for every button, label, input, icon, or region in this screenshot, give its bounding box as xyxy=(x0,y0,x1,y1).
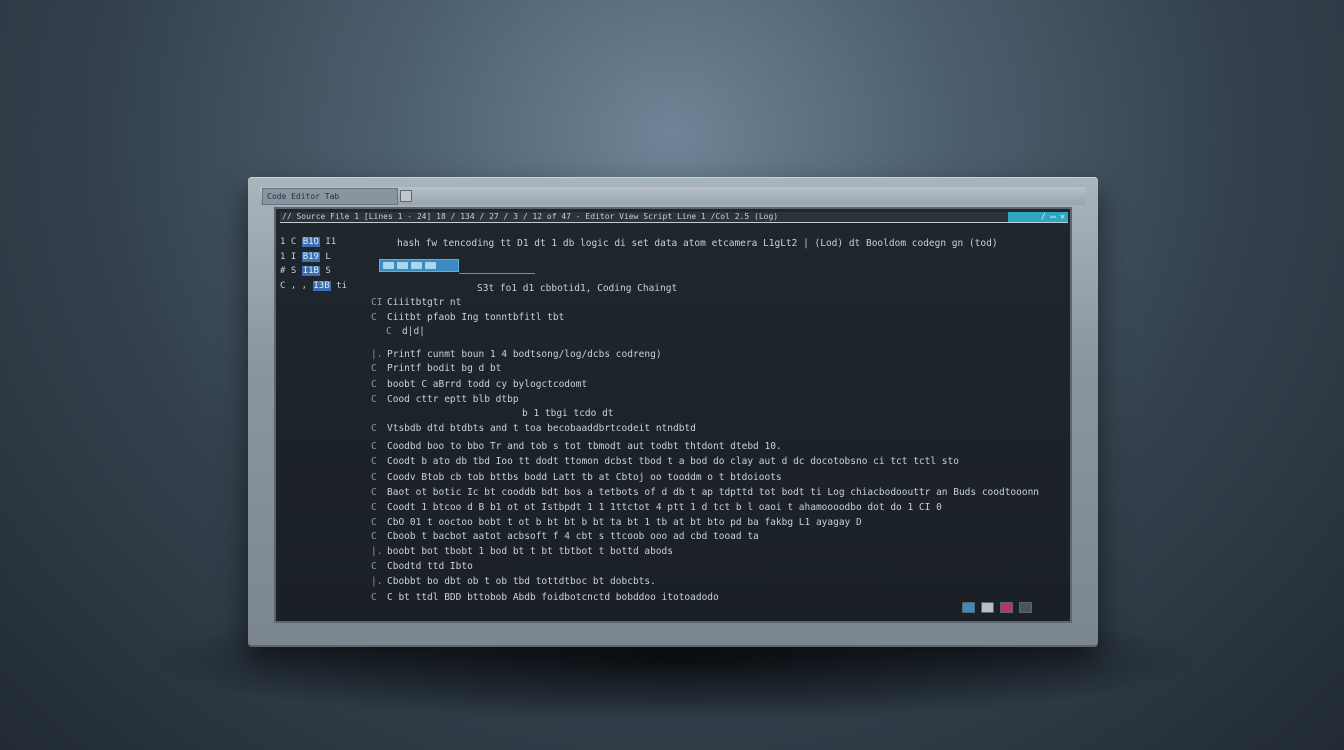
code-line[interactable]: C Ciitbt pfaob Ing tonntbfitl tbt xyxy=(371,312,564,324)
code-line[interactable]: |. boobt bot tbobt 1 bod bt t bt tbtbot t… xyxy=(371,546,673,558)
window-icon[interactable] xyxy=(981,602,994,613)
code-line[interactable]: C Cood cttr eptt blb dtbp xyxy=(371,394,519,406)
code-line[interactable]: C Coodt b ato db tbd Ioo tt dodt ttomon d… xyxy=(371,456,959,468)
code-area[interactable]: hash fw tencoding tt D1 dt 1 db logic di… xyxy=(356,209,1056,619)
code-line-text: C bt ttdl BDD bttobob Abdb foidbotcnctd … xyxy=(387,592,719,603)
code-line[interactable]: C C bt ttdl BDD bttobob Abdb foidbotcnctd… xyxy=(371,592,719,604)
code-line[interactable]: C Printf bodit bg d bt xyxy=(371,363,501,375)
code-line[interactable]: C Coodbd boo to bbo Tr and tob s tot tbmo… xyxy=(371,441,782,453)
code-line-text: Cbodtd ttd Ibto xyxy=(387,561,473,572)
status-icons xyxy=(962,602,1032,613)
code-line-text: boobt C aBrrd todd cy bylogctcodomt xyxy=(387,379,588,390)
settings-icon[interactable] xyxy=(1019,602,1032,613)
code-line-text: b 1 tbgi tcdo dt xyxy=(522,408,614,419)
code-line-marker: C xyxy=(371,502,377,513)
code-line-text: boobt bot tbobt 1 bod bt t bt tbtbot t b… xyxy=(387,546,673,557)
code-line-marker: |. xyxy=(371,546,383,557)
code-line-text: Printf cunmt boun 1 4 bodtsong/log/dcbs … xyxy=(387,349,662,360)
code-line-text: CbO 01 t ooctoo bobt t ot b bt bt b bt t… xyxy=(387,517,862,528)
code-line-marker: CI xyxy=(371,297,383,308)
code-line[interactable]: C Cbodtd ttd Ibto xyxy=(371,561,473,573)
code-line-text: hash fw tencoding tt D1 dt 1 db logic di… xyxy=(397,238,998,249)
code-line[interactable]: C Baot ot botic Ic bt cooddb bdt bos a te… xyxy=(371,487,1039,499)
code-line-text: Coodbd boo to bbo Tr and tob s tot tbmod… xyxy=(387,441,782,452)
code-line-marker: C xyxy=(371,592,377,603)
code-line-marker: C xyxy=(371,394,377,405)
code-line-text: Vtsbdb dtd btdbts and t toa becobaaddbrt… xyxy=(387,423,696,434)
code-line-text: Coodt 1 btcoo d B b1 ot ot Istbpdt 1 1 1… xyxy=(387,502,942,513)
code-line-text: Cood cttr eptt blb dtbp xyxy=(387,394,519,405)
code-line[interactable]: |. Printf cunmt boun 1 4 bodtsong/log/dcb… xyxy=(371,349,662,361)
code-line[interactable]: C Coodt 1 btcoo d B b1 ot ot Istbpdt 1 1 … xyxy=(371,502,942,514)
code-line-text: Printf bodit bg d bt xyxy=(387,363,502,374)
code-line[interactable]: hash fw tencoding tt D1 dt 1 db logic di… xyxy=(381,238,998,250)
code-line-marker: C xyxy=(386,326,392,337)
code-line[interactable]: C Coodv Btob cb tob bttbs bodd Latt tb at… xyxy=(371,472,782,484)
new-tab-icon[interactable] xyxy=(400,190,412,202)
code-line-marker: C xyxy=(371,531,377,542)
code-line-marker: C xyxy=(371,456,377,467)
code-line[interactable]: C Vtsbdb dtd btdbts and t toa becobaaddbr… xyxy=(371,423,696,435)
code-line-marker: |. xyxy=(371,349,383,360)
code-line-marker: C xyxy=(371,517,377,528)
title-tab[interactable]: Code Editor Tab xyxy=(262,188,398,205)
code-line-marker: C xyxy=(371,487,377,498)
code-line-text: d|d| xyxy=(402,326,425,337)
code-line[interactable]: C Cboob t bacbot aatot acbsoft f 4 cbt s … xyxy=(371,531,759,543)
code-line[interactable]: Cboobt C aBrrd todd cy bylogctcodomt xyxy=(371,379,587,391)
code-line-marker: C xyxy=(371,441,377,452)
code-line[interactable]: CI Ciiitbtgtr nt xyxy=(371,297,461,309)
code-line-marker: C xyxy=(371,363,377,374)
code-line-marker: C xyxy=(371,423,377,434)
code-line-marker: C xyxy=(371,561,377,572)
code-line-text: Cboob t bacbot aatot acbsoft f 4 cbt s t… xyxy=(387,531,759,542)
code-line[interactable]: S3t fo1 d1 cbbotid1, Coding Chaingt xyxy=(461,283,677,295)
monitor-frame: Code Editor Tab // Source File 1 [Lines … xyxy=(248,177,1098,647)
code-line-marker: C xyxy=(371,312,377,323)
code-line-marker: C xyxy=(371,379,377,390)
code-line-text: Ciiitbtgtr nt xyxy=(387,297,462,308)
code-line-text: Cbobbt bo dbt ob t ob tbd tottdtboc bt d… xyxy=(387,576,656,587)
code-line[interactable]: b 1 tbgi tcdo dt xyxy=(506,408,614,420)
code-line-text: Baot ot botic Ic bt cooddb bdt bos a tet… xyxy=(387,487,1040,498)
code-line-text: S3t fo1 d1 cbbotid1, Coding Chaingt xyxy=(477,283,678,294)
code-line-text: Ciitbt pfaob Ing tonntbfitl tbt xyxy=(387,312,565,323)
editor-screen: // Source File 1 [Lines 1 - 24] 18 / 134… xyxy=(274,207,1072,623)
monitor-icon[interactable] xyxy=(962,602,975,613)
code-line-text: Coodv Btob cb tob bttbs bodd Latt tb at … xyxy=(387,472,782,483)
window-titlebar: Code Editor Tab xyxy=(260,187,1086,205)
code-line-marker: |. xyxy=(371,576,383,587)
code-line-marker: C xyxy=(371,472,377,483)
code-line[interactable]: |. Cbobbt bo dbt ob t ob tbd tottdtboc bt… xyxy=(371,576,656,588)
code-line[interactable]: C CbO 01 t ooctoo bobt t ot b bt bt b bt … xyxy=(371,517,862,529)
code-line-text: Coodt b ato db tbd Ioo tt dodt ttomon dc… xyxy=(387,456,959,467)
record-icon[interactable] xyxy=(1000,602,1013,613)
code-line[interactable]: Cd|d| xyxy=(386,326,425,338)
